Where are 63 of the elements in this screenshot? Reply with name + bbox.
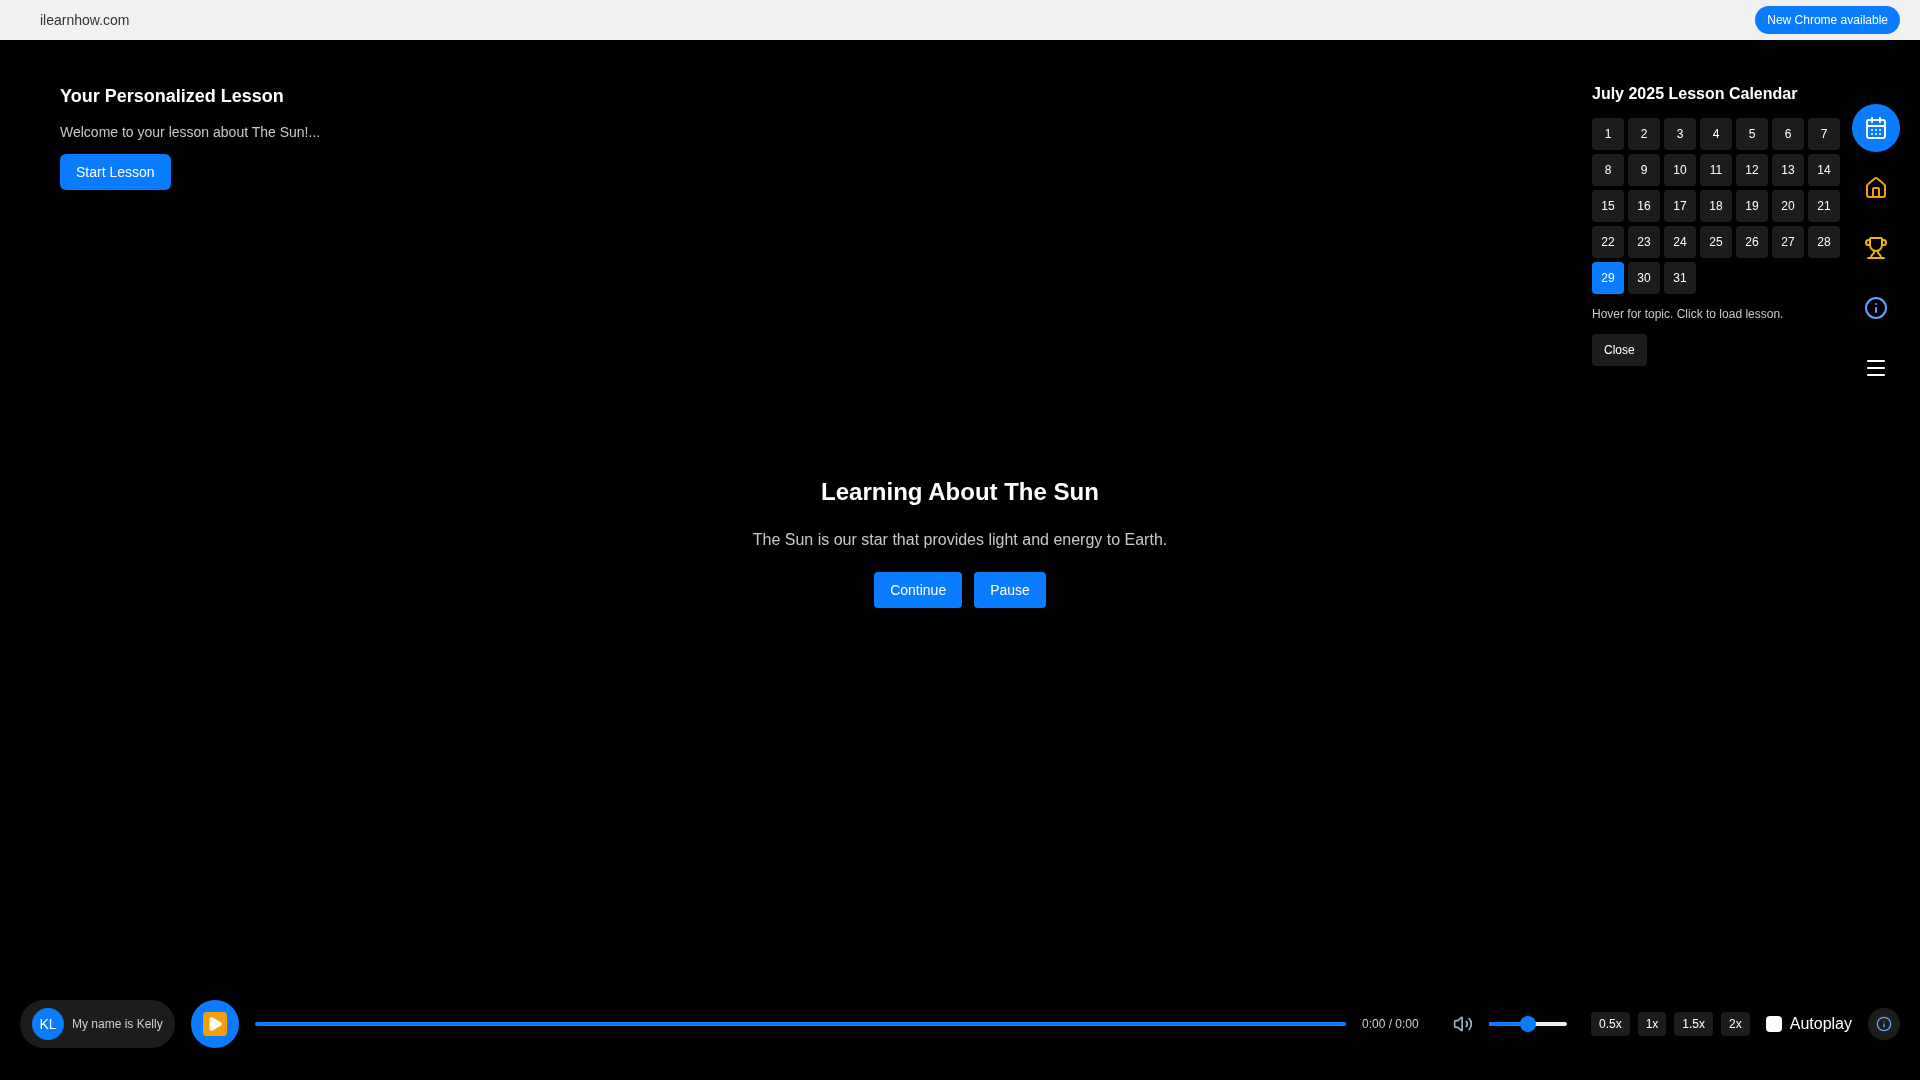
content-text: The Sun is our star that provides light and energy to Earth. — [752, 530, 1168, 550]
play-icon — [202, 1012, 227, 1036]
info-button[interactable] — [1868, 1008, 1900, 1040]
content-title: Learning About The Sun — [821, 477, 1099, 507]
calendar-day[interactable]: 16 — [1628, 190, 1660, 222]
trophy-icon — [1864, 236, 1888, 260]
calendar-day[interactable]: 4 — [1700, 118, 1732, 150]
info-icon — [1876, 1016, 1892, 1032]
calendar-day[interactable]: 31 — [1664, 262, 1696, 294]
calendar-title: July 2025 Lesson Calendar — [1592, 84, 1798, 104]
narrator-name: My name is Kelly — [72, 1016, 163, 1032]
speed-button[interactable]: 2x — [1721, 1012, 1750, 1036]
calendar-day[interactable]: 10 — [1664, 154, 1696, 186]
calendar-day[interactable]: 3 — [1664, 118, 1696, 150]
calendar-day[interactable]: 20 — [1772, 190, 1804, 222]
start-lesson-button[interactable]: Start Lesson — [60, 154, 171, 190]
calendar-day[interactable]: 27 — [1772, 226, 1804, 258]
close-button[interactable]: Close — [1592, 334, 1647, 366]
calendar-day[interactable]: 8 — [1592, 154, 1624, 186]
speed-button[interactable]: 0.5x — [1591, 1012, 1630, 1036]
calendar-day[interactable]: 11 — [1700, 154, 1732, 186]
calendar-day[interactable]: 5 — [1736, 118, 1768, 150]
calendar-day[interactable]: 25 — [1700, 226, 1732, 258]
content-button[interactable]: Continue — [874, 572, 963, 608]
calendar-day[interactable]: 9 — [1628, 154, 1660, 186]
calendar-day[interactable]: 28 — [1808, 226, 1840, 258]
calendar-day[interactable]: 7 — [1808, 118, 1840, 150]
calendar-icon — [1864, 116, 1888, 140]
info-icon — [1864, 296, 1888, 320]
calendar-day[interactable]: 21 — [1808, 190, 1840, 222]
calendar-day[interactable]: 19 — [1736, 190, 1768, 222]
autoplay-checkbox[interactable] — [1765, 1016, 1782, 1032]
calendar-day[interactable]: 26 — [1736, 226, 1768, 258]
calendar-day[interactable]: 18 — [1700, 190, 1732, 222]
calendar-day[interactable]: 6 — [1772, 118, 1804, 150]
volume-thumb[interactable] — [1520, 1016, 1536, 1032]
calendar-day[interactable]: 30 — [1628, 262, 1660, 294]
calendar-day[interactable]: 1 — [1592, 118, 1624, 150]
calendar-day[interactable]: 17 — [1664, 190, 1696, 222]
content-button[interactable]: Pause — [974, 572, 1046, 608]
calendar-day[interactable]: 15 — [1592, 190, 1624, 222]
house-icon — [1864, 176, 1888, 200]
welcome-text: Welcome to your lesson about The Sun!... — [60, 123, 321, 142]
calendar-day[interactable]: 29 — [1592, 262, 1624, 294]
calendar-day[interactable]: 24 — [1664, 226, 1696, 258]
update-button[interactable]: New Chrome available — [1755, 6, 1900, 34]
site-name: ilearnhow.com — [40, 11, 130, 30]
lesson-title: Your Personalized Lesson — [60, 85, 284, 108]
calendar-day[interactable]: 22 — [1592, 226, 1624, 258]
calendar-day[interactable]: 14 — [1808, 154, 1840, 186]
calendar-day[interactable]: 13 — [1772, 154, 1804, 186]
narrator-avatar: KL — [32, 1008, 64, 1040]
nav-button[interactable] — [1852, 104, 1900, 152]
time-display: 0:00 / 0:00 — [1362, 1016, 1420, 1032]
calendar-day[interactable]: 23 — [1628, 226, 1660, 258]
speed-button[interactable]: 1.5x — [1674, 1012, 1714, 1036]
calendar-hint: Hover for topic. Click to load lesson. — [1592, 306, 1784, 322]
autoplay-label: Autoplay — [1789, 1014, 1852, 1034]
calendar-day[interactable]: 12 — [1736, 154, 1768, 186]
calendar-day[interactable]: 2 — [1628, 118, 1660, 150]
volume-icon — [1453, 1014, 1473, 1034]
speed-button[interactable]: 1x — [1637, 1012, 1667, 1036]
play-button[interactable] — [190, 1000, 239, 1048]
